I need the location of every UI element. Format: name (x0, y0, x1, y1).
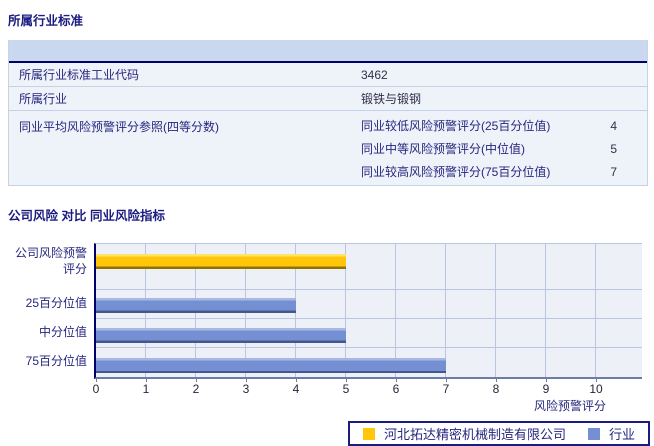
tick-label: 5 (342, 382, 350, 396)
row-value: 3462 (361, 67, 388, 82)
table-header-band (9, 40, 647, 63)
tick-label: 9 (542, 382, 550, 396)
subrow-label: 同业中等风险预警评分(中位值) (361, 142, 525, 156)
subrow: 同业较高风险预警评分(75百分位值) 7 (361, 160, 647, 183)
chart-legend: 河北拓达精密机械制造有限公司 行业 (348, 421, 651, 446)
subrow: 同业较低风险预警评分(25百分位值) 4 (361, 114, 647, 137)
category-band (96, 348, 642, 377)
tick-label: 0 (92, 382, 100, 396)
industry-bar (96, 358, 446, 373)
section2-title: 公司风险 对比 同业风险指标 (8, 209, 165, 223)
table-row: 同业平均风险预警评分参照(四等分数) 同业较低风险预警评分(25百分位值) 4 … (9, 111, 647, 185)
tick-label: 2 (192, 382, 200, 396)
chart-body: 公司风险预警评分 25百分位值中分位值 75百分位值 (8, 243, 648, 379)
industry-legend-swatch (588, 427, 601, 440)
tick-label: 4 (292, 382, 300, 396)
category-label: 中分位值 (38, 324, 87, 339)
section1-title: 所属行业标准 (8, 14, 84, 28)
subrow: 同业中等风险预警评分(中位值) 5 (361, 137, 647, 160)
tick-label: 1 (142, 382, 150, 396)
table-row: 所属行业 锻铁与锻钢 (9, 87, 647, 111)
row-value: 锻铁与锻钢 (361, 92, 422, 106)
plot-area (94, 243, 642, 379)
category-band (96, 290, 642, 319)
category-label: 75百分位值 (25, 353, 87, 368)
industry-bar (96, 298, 296, 313)
row-label: 同业平均风险预警评分参照(四等分数) (19, 120, 219, 134)
tick-label: 8 (492, 382, 500, 396)
company-legend-swatch (363, 427, 375, 440)
industry-standard-table: 所属行业标准工业代码 3462 所属行业 锻铁与锻钢 同业平均风险预警评分参照(… (8, 40, 648, 186)
table-row: 所属行业标准工业代码 3462 (9, 63, 647, 87)
subrow-label: 同业较高风险预警评分(75百分位值) (361, 165, 551, 179)
subrow-value: 5 (610, 141, 617, 156)
row-label: 所属行业 (19, 92, 68, 106)
category-label: 25百分位值 (25, 295, 87, 310)
quartile-subrows: 同业较低风险预警评分(25百分位值) 4 同业中等风险预警评分(中位值) 5 同… (361, 114, 647, 183)
category-band (96, 319, 642, 348)
tick-label: 6 (392, 382, 400, 396)
subrow-label: 同业较低风险预警评分(25百分位值) (361, 119, 551, 133)
company-legend-label: 河北拓达精密机械制造有限公司 (384, 427, 567, 442)
x-axis: 0 1 2 3 4 5 6 7 8 9 10 (92, 379, 642, 396)
tick-label: 10 (589, 382, 603, 396)
category-band (96, 244, 642, 290)
category-label: 公司风险预警评分 (14, 246, 87, 276)
industry-bar (96, 328, 346, 343)
subrow-value: 7 (610, 164, 617, 179)
tick-label: 3 (242, 382, 250, 396)
y-axis-labels: 公司风险预警评分 25百分位值中分位值 75百分位值 (8, 243, 94, 379)
tick-label: 7 (442, 382, 450, 396)
report-page: 所属行业标准 所属行业标准工业代码 3462 所属行业 锻铁与锻钢 同业平均风险… (0, 0, 654, 446)
risk-bar-chart: 公司风险预警评分 25百分位值中分位值 75百分位值 0 1 2 3 4 5 6 7 8 9 10 风险… (8, 243, 651, 446)
company-bar (96, 254, 346, 269)
x-axis-title: 风险预警评分 (533, 399, 606, 413)
row-label: 所属行业标准工业代码 (19, 68, 140, 82)
industry-legend-label: 行业 (609, 427, 636, 442)
subrow-value: 4 (610, 118, 617, 133)
